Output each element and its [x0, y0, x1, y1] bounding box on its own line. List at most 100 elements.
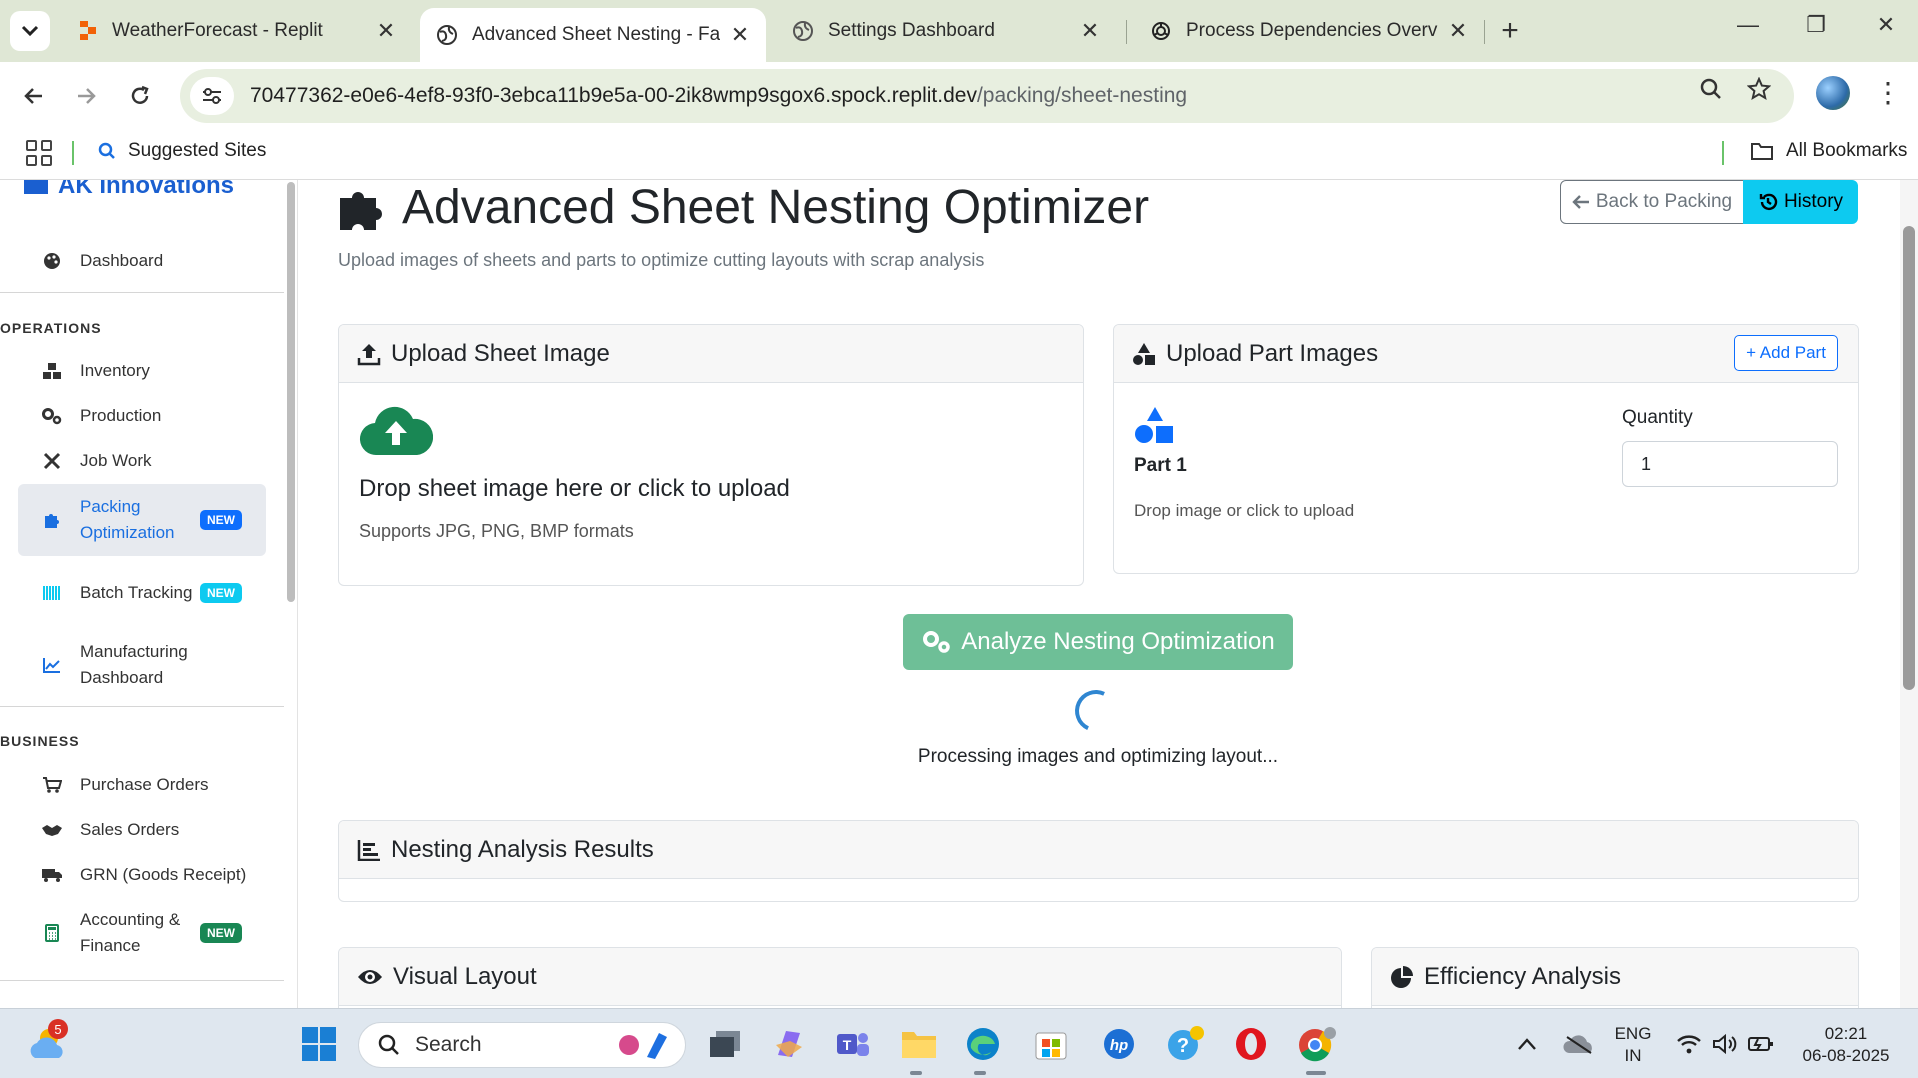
bookmark-suggested-sites[interactable]: Suggested Sites [98, 140, 266, 162]
sidebar-item-sales-orders[interactable]: Sales Orders [18, 813, 266, 847]
clock-date: 06-08-2025 [1802, 1046, 1890, 1065]
tab-search-button[interactable] [10, 11, 50, 51]
new-tab-button[interactable]: + [1494, 14, 1526, 48]
sheet-drop-zone[interactable]: Drop sheet image here or click to upload… [339, 383, 1083, 585]
tab-title: Process Dependencies Overview [1186, 20, 1438, 41]
taskbar-search-input[interactable]: Search [358, 1022, 686, 1068]
close-icon[interactable]: ✕ [1080, 18, 1100, 44]
chrome-icon[interactable] [1296, 1023, 1338, 1065]
star-icon [1747, 77, 1771, 101]
bookmark-separator [72, 141, 74, 165]
microsoft-store-icon[interactable] [1030, 1023, 1072, 1065]
task-view-icon[interactable] [704, 1023, 746, 1065]
sidebar-item-job-work[interactable]: Job Work [18, 444, 266, 478]
back-to-packing-button[interactable]: Back to Packing [1560, 180, 1744, 224]
sidebar-item-label: Accounting & Finance [80, 910, 181, 955]
bookmark-separator [1722, 141, 1724, 165]
page-title-text: Advanced Sheet Nesting Optimizer [402, 181, 1150, 234]
url-text[interactable]: 70477362-e0e6-4ef8-93f0-3ebca11b9e5a-00-… [250, 84, 1187, 108]
copilot-search-icon [619, 1033, 667, 1059]
sidebar-item-purchase-orders[interactable]: Purchase Orders [18, 768, 266, 802]
sidebar-item-packing-optimization[interactable]: Packing Optimization NEW [18, 484, 266, 556]
sidebar-item-dashboard[interactable]: Dashboard [18, 244, 266, 278]
language-code: ENG [1614, 1024, 1652, 1043]
tab-weatherforecast[interactable]: WeatherForecast - Replit ✕ [62, 8, 412, 54]
add-part-button[interactable]: + Add Part [1734, 335, 1838, 371]
clock[interactable]: 02:21 06-08-2025 [1786, 1023, 1906, 1067]
gears-icon [923, 631, 950, 653]
sidebar-item-manufacturing-dashboard[interactable]: Manufacturing Dashboard [18, 634, 266, 696]
truck-icon [40, 867, 64, 883]
magnifier-icon [1700, 78, 1721, 99]
site-info-button[interactable] [190, 77, 234, 115]
new-badge: NEW [200, 510, 242, 530]
close-icon[interactable]: ✕ [1448, 18, 1468, 44]
restore-button[interactable]: ❐ [1796, 12, 1836, 38]
reload-button[interactable] [120, 76, 160, 116]
search-icon [378, 1034, 399, 1055]
brand-logo[interactable]: AK Innovations [24, 180, 234, 200]
sidebar-item-label: Packing Optimization [80, 497, 175, 542]
file-explorer-icon[interactable] [898, 1023, 940, 1065]
card-header: Upload Sheet Image [339, 325, 1083, 383]
tab-process-dependencies[interactable]: Process Dependencies Overview ✕ [1134, 8, 1484, 54]
back-button[interactable] [14, 76, 54, 116]
forward-button[interactable] [66, 76, 106, 116]
apps-grid-icon[interactable] [26, 140, 52, 166]
new-badge: NEW [200, 923, 242, 943]
zoom-button[interactable] [1694, 72, 1728, 106]
sidebar-scrollbar[interactable] [287, 182, 295, 602]
new-badge: NEW [200, 583, 242, 603]
url-host: 70477362-e0e6-4ef8-93f0-3ebca11b9e5a-00-… [250, 84, 977, 107]
hp-icon[interactable]: hp [1098, 1023, 1140, 1065]
all-bookmarks-button[interactable]: All Bookmarks [1750, 140, 1907, 162]
part-drop-zone[interactable]: Part 1 Drop image or click to upload [1114, 383, 1594, 573]
analyze-nesting-button[interactable]: Analyze Nesting Optimization [903, 614, 1293, 670]
globe-icon [437, 25, 457, 45]
opera-icon[interactable] [1230, 1023, 1272, 1065]
arrow-left-icon [24, 88, 42, 104]
barcode-icon [40, 585, 64, 601]
edge-icon[interactable] [962, 1023, 1004, 1065]
history-button[interactable]: History [1743, 180, 1858, 224]
eye-icon [357, 967, 383, 987]
onedrive-icon[interactable] [1558, 1023, 1600, 1065]
card-header: Visual Layout [339, 948, 1341, 1006]
weather-widget-icon[interactable]: 5 [26, 1019, 68, 1065]
close-icon[interactable]: ✕ [730, 22, 750, 48]
windows-start-icon[interactable] [298, 1023, 340, 1065]
tab-advanced-sheet-nesting[interactable]: Advanced Sheet Nesting - Facto ✕ [420, 8, 766, 62]
active-app-indicator [910, 1071, 922, 1075]
browser-menu-button[interactable]: ⋮ [1874, 76, 1902, 109]
battery-icon[interactable] [1740, 1023, 1782, 1065]
part-label: Part 1 [1134, 455, 1187, 476]
svg-text:T: T [843, 1037, 852, 1053]
language-indicator[interactable]: ENG IN [1610, 1023, 1656, 1067]
tab-settings-dashboard[interactable]: Settings Dashboard ✕ [776, 8, 1116, 54]
main-content: Advanced Sheet Nesting Optimizer Upload … [298, 180, 1900, 1008]
close-icon[interactable]: ✕ [376, 18, 396, 44]
profile-avatar[interactable] [1816, 76, 1850, 110]
folder-icon [1751, 143, 1773, 160]
nesting-results-card: Nesting Analysis Results [338, 820, 1859, 902]
sidebar-item-grn[interactable]: GRN (Goods Receipt) [18, 858, 266, 892]
bookmark-star-button[interactable] [1742, 72, 1776, 106]
sidebar-item-inventory[interactable]: Inventory [18, 354, 266, 388]
processing-text: Processing images and optimizing layout.… [917, 746, 1279, 767]
sidebar-item-batch-tracking[interactable]: Batch Tracking NEW [18, 562, 266, 624]
chevron-up-icon[interactable] [1506, 1023, 1548, 1065]
card-header: Efficiency Analysis [1372, 948, 1858, 1006]
window-close-button[interactable]: ✕ [1866, 12, 1906, 38]
search-placeholder: Search [415, 1033, 482, 1056]
help-icon[interactable]: ? [1164, 1023, 1206, 1065]
sidebar-item-accounting-finance[interactable]: Accounting & Finance NEW [18, 902, 266, 964]
teams-icon[interactable]: T [832, 1023, 874, 1065]
address-bar[interactable]: 70477362-e0e6-4ef8-93f0-3ebca11b9e5a-00-… [180, 69, 1794, 123]
replit-icon [80, 21, 96, 40]
page-scrollbar-thumb[interactable] [1903, 226, 1915, 690]
minimize-button[interactable]: — [1728, 12, 1768, 38]
copilot-icon[interactable] [768, 1023, 810, 1065]
quantity-input[interactable] [1622, 441, 1838, 487]
sidebar-item-production[interactable]: Production [18, 399, 266, 433]
card-header: Nesting Analysis Results [339, 821, 1858, 879]
